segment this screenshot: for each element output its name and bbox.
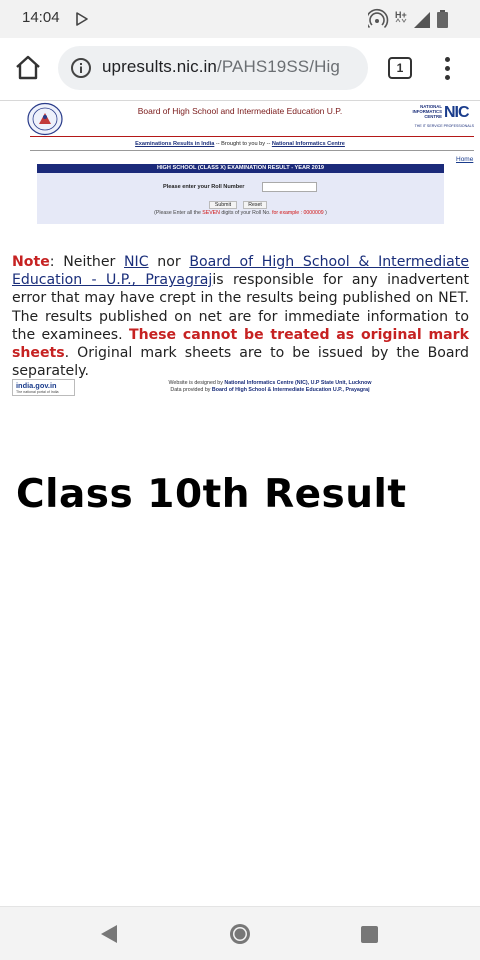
more-vert-icon[interactable]: [440, 56, 454, 82]
note-label: Note: [12, 254, 50, 270]
home-circle-icon[interactable]: [229, 923, 251, 945]
system-nav-bar: [0, 906, 480, 960]
nic-logo: NATIONAL INFORMATICS CENTRE NIC THE IT S…: [406, 104, 474, 130]
address-bar[interactable]: upresults.nic.in/PAHS19SS/Hig: [58, 46, 368, 90]
result-form: HIGH SCHOOL (CLASS X) EXAMINATION RESULT…: [37, 164, 444, 224]
play-store-icon: [76, 12, 88, 26]
nic-logo-text: NATIONAL INFORMATICS CENTRE: [412, 104, 442, 119]
exam-results-link[interactable]: Examinations Results in India: [135, 141, 214, 147]
disclaimer-note: Note: Neither NIC nor Board of High Scho…: [12, 254, 470, 380]
header-divider: [30, 136, 474, 137]
hotspot-icon: [368, 8, 389, 29]
roll-number-input[interactable]: [262, 182, 317, 192]
submit-button[interactable]: Submit: [209, 201, 237, 209]
reset-button[interactable]: Reset: [243, 201, 267, 209]
status-bar: 14:04 H+: [0, 0, 480, 38]
signal-icon: [414, 12, 430, 28]
battery-icon: [437, 10, 448, 28]
network-type: H+: [395, 10, 407, 20]
nic-note-link[interactable]: NIC: [124, 254, 149, 270]
status-icons: H+: [368, 8, 448, 29]
sub-divider: [30, 150, 474, 151]
form-title: HIGH SCHOOL (CLASS X) EXAMINATION RESULT…: [37, 164, 444, 173]
home-link[interactable]: Home: [456, 156, 473, 163]
nic-link[interactable]: National Informatics Centre: [272, 141, 345, 147]
browser-toolbar: upresults.nic.in/PAHS19SS/Hig 1: [0, 38, 480, 100]
tabs-icon[interactable]: 1: [388, 57, 412, 79]
footer-credits: Website is designed by National Informat…: [168, 380, 372, 393]
roll-hint: (Please Enter all the SEVEN digits of yo…: [154, 210, 327, 216]
nic-logo-tagline: THE IT SERVICE PROFESSIONALS: [414, 124, 474, 128]
india-gov-logo[interactable]: india.gov.in The national portal of Indi…: [12, 379, 75, 396]
overlay-caption: Class 10th Result: [16, 472, 407, 517]
nic-logo-mark: NIC: [444, 104, 470, 121]
home-icon[interactable]: [14, 54, 42, 82]
status-time: 14:04: [22, 9, 60, 26]
recents-icon[interactable]: [361, 926, 378, 943]
top-divider: [0, 100, 480, 101]
sub-links: Examinations Results in India -- Brought…: [135, 141, 345, 147]
info-icon[interactable]: [70, 57, 92, 79]
up-emblem-icon: [27, 102, 63, 136]
url-text[interactable]: upresults.nic.in/PAHS19SS/Hig: [102, 57, 340, 77]
roll-number-label: Please enter your Roll Number: [163, 184, 245, 190]
board-title: Board of High School and Intermediate Ed…: [137, 106, 343, 116]
url-host: upresults.nic.in: [102, 57, 217, 76]
back-icon[interactable]: [99, 924, 119, 944]
url-path: /PAHS19SS/Hig: [217, 57, 340, 76]
